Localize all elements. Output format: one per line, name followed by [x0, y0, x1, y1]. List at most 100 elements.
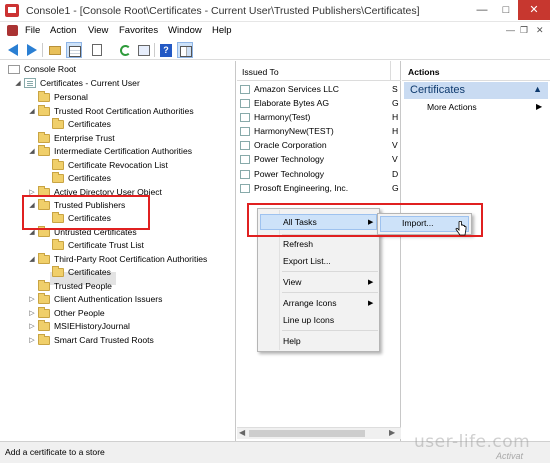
- list-item-issued-by: H: [392, 112, 399, 122]
- folder-icon: [52, 239, 64, 250]
- certificate-icon: [240, 113, 250, 122]
- folder-icon: [38, 253, 50, 264]
- more-actions-link[interactable]: More Actions: [427, 102, 477, 112]
- collapsed-arrow-icon[interactable]: ▷: [28, 320, 36, 333]
- menu-view[interactable]: View: [88, 25, 108, 36]
- menu-help[interactable]: Help: [212, 25, 232, 36]
- list-item-name: Amazon Services LLC: [254, 84, 340, 94]
- minimize-button[interactable]: —: [470, 0, 494, 20]
- list-item-issued-by: G: [392, 183, 399, 193]
- console-tree-icon: [69, 46, 81, 57]
- certificate-icon: [240, 127, 250, 136]
- menu-separator: [282, 271, 378, 272]
- expanded-arrow-icon[interactable]: ◢: [28, 145, 36, 158]
- scroll-right-icon[interactable]: ▶: [389, 428, 395, 437]
- tree-item-label: Certificates: [68, 173, 111, 183]
- tree-item-label: Intermediate Certification Authorities: [54, 146, 193, 156]
- menu-item-export-list[interactable]: Export List...: [283, 256, 331, 266]
- scrollbar-thumb[interactable]: [249, 430, 365, 437]
- list-item-name: Harmony(Test): [254, 112, 311, 122]
- tree-item-label: Trusted Root Certification Authorities: [54, 106, 194, 116]
- forward-button[interactable]: [23, 42, 39, 58]
- list-item-issued-by: V: [392, 140, 398, 150]
- menu-bar: File Action View Favorites Window Help —…: [0, 22, 550, 40]
- tree-item-label: Certificates - Current User: [40, 78, 140, 88]
- tree-item-label: Third-Party Root Certification Authoriti…: [54, 254, 208, 264]
- show-hide-tree-button[interactable]: [66, 42, 82, 58]
- list-item-issued-by: H: [392, 126, 399, 136]
- status-text: Add a certificate to a store: [5, 447, 105, 457]
- menu-action[interactable]: Action: [50, 25, 76, 36]
- maximize-button[interactable]: □: [494, 0, 518, 20]
- list-item-name: Elaborate Bytes AG: [254, 98, 329, 108]
- show-hide-action-pane-button[interactable]: [177, 42, 193, 58]
- toolbar: ?: [0, 40, 550, 60]
- tree-item-label: Certificate Revocation List: [68, 160, 168, 170]
- menu-separator: [282, 330, 378, 331]
- window-title: Console1 - [Console Root\Certificates - …: [26, 5, 420, 17]
- tree-item-label: Certificate Trust List: [68, 240, 144, 250]
- list-item-name: Power Technology: [254, 154, 325, 164]
- expanded-arrow-icon[interactable]: ◢: [28, 105, 36, 118]
- back-button[interactable]: [6, 42, 22, 58]
- expanded-arrow-icon[interactable]: ◢: [14, 77, 22, 90]
- help-button[interactable]: ?: [158, 42, 174, 58]
- inner-close-button[interactable]: ✕: [536, 25, 544, 36]
- console-tree: Console Root ◢ Certificates - Current Us…: [0, 61, 236, 441]
- menu-file[interactable]: File: [25, 25, 40, 36]
- refresh-icon: [120, 45, 131, 56]
- tree-item-label: Certificates: [68, 267, 111, 277]
- list-item-issued-by: V: [392, 154, 398, 164]
- menu-window[interactable]: Window: [168, 25, 202, 36]
- list-item-name: HarmonyNew(TEST): [254, 126, 334, 136]
- folder-icon: [38, 105, 50, 116]
- scroll-left-icon[interactable]: ◀: [239, 428, 245, 437]
- folder-icon: [38, 293, 50, 304]
- collapsed-arrow-icon[interactable]: ▷: [28, 307, 36, 320]
- collapse-up-icon[interactable]: ▲: [533, 84, 542, 94]
- certificate-icon: [240, 141, 250, 150]
- column-header-issued-to[interactable]: Issued To: [237, 61, 401, 81]
- properties-button[interactable]: [89, 42, 105, 58]
- folder-icon: [38, 145, 50, 156]
- list-item-issued-by: S: [392, 84, 398, 94]
- menu-item-refresh[interactable]: Refresh: [283, 239, 313, 249]
- collapsed-arrow-icon[interactable]: ▷: [28, 293, 36, 306]
- folder-icon: [38, 91, 50, 102]
- folder-icon: [38, 132, 50, 143]
- folder-icon: [52, 159, 64, 170]
- tree-item-label: Enterprise Trust: [54, 133, 115, 143]
- hand-pointer-icon: [455, 221, 467, 236]
- tree-item-label: Certificates: [68, 119, 111, 129]
- list-item-name: Oracle Corporation: [254, 140, 327, 150]
- toolbar-separator: [154, 43, 155, 57]
- watermark: user-life.com: [414, 432, 531, 452]
- menu-favorites[interactable]: Favorites: [119, 25, 158, 36]
- menu-item-line-up-icons[interactable]: Line up Icons: [283, 315, 334, 325]
- console-menu-icon[interactable]: [7, 25, 18, 36]
- close-button[interactable]: ✕: [518, 0, 550, 20]
- menu-item-arrange-icons[interactable]: Arrange Icons: [283, 298, 337, 308]
- column-header-label: Issued To: [242, 67, 279, 77]
- collapsed-arrow-icon[interactable]: ▷: [28, 334, 36, 347]
- inner-restore-button[interactable]: ❐: [520, 25, 528, 36]
- up-one-level-button[interactable]: [47, 42, 63, 58]
- help-icon: ?: [160, 44, 172, 57]
- certificate-icon: [240, 184, 250, 193]
- horizontal-scrollbar[interactable]: ◀ ▶: [237, 427, 401, 439]
- folder-icon: [38, 320, 50, 331]
- menu-item-help[interactable]: Help: [283, 336, 301, 346]
- expanded-arrow-icon[interactable]: ◢: [28, 253, 36, 266]
- folder-icon: [52, 118, 64, 129]
- tree-item-label: Console Root: [24, 64, 77, 74]
- tree-item-label: Personal: [54, 92, 88, 102]
- back-arrow-icon: [8, 44, 18, 56]
- tree-item-label: MSIEHistoryJournal: [54, 321, 130, 331]
- column-divider[interactable]: [390, 61, 391, 81]
- inner-minimize-button[interactable]: —: [506, 25, 515, 35]
- actions-section-certificates[interactable]: Certificates ▲: [404, 82, 548, 99]
- certificate-icon: [240, 85, 250, 94]
- export-list-button[interactable]: [136, 42, 152, 58]
- menu-item-view[interactable]: View: [283, 277, 301, 287]
- refresh-button[interactable]: [118, 42, 134, 58]
